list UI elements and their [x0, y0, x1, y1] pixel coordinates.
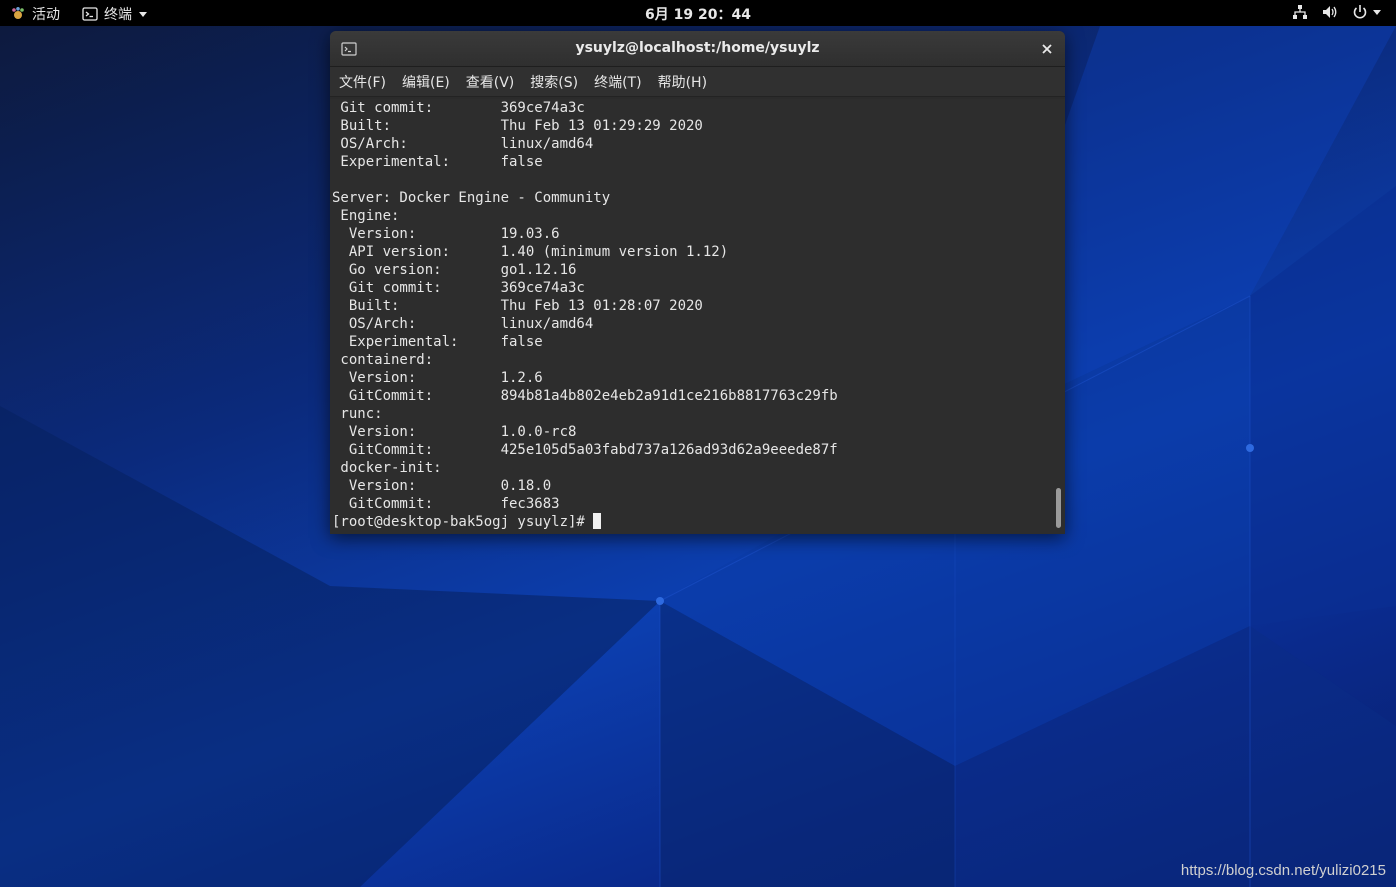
clock: 6月 19 20：44: [0, 4, 1396, 24]
window-titlebar[interactable]: ysuylz@localhost:/home/ysuylz: [330, 31, 1065, 67]
network-icon[interactable]: [1292, 4, 1308, 20]
terminal-icon: [82, 7, 98, 21]
watermark: https://blog.csdn.net/yulizi0215: [1180, 862, 1386, 879]
menu-view[interactable]: 查看(V): [466, 72, 515, 92]
menu-edit[interactable]: 编辑(E): [402, 72, 450, 92]
terminal-line: Version: 1.0.0-rc8: [332, 424, 577, 440]
power-icon: [1353, 5, 1367, 19]
shell-prompt: [root@desktop-bak5ogj ysuylz]#: [332, 514, 594, 530]
system-tray[interactable]: [1292, 4, 1382, 20]
terminal-window[interactable]: ysuylz@localhost:/home/ysuylz 文件(F) 编辑(E…: [330, 31, 1065, 534]
terminal-line: Experimental: false: [332, 334, 543, 350]
menu-search[interactable]: 搜索(S): [530, 72, 578, 92]
terminal-scrollbar[interactable]: [1052, 99, 1065, 534]
terminal-line: API version: 1.40 (minimum version 1.12): [332, 244, 729, 260]
window-menubar: 文件(F) 编辑(E) 查看(V) 搜索(S) 终端(T) 帮助(H): [330, 67, 1065, 97]
chevron-down-icon: [1373, 10, 1381, 15]
gnome-foot-icon: [12, 7, 24, 19]
terminal-line: runc:: [332, 406, 383, 422]
terminal-line: docker-init:: [332, 460, 442, 476]
terminal-line: containerd:: [332, 352, 434, 368]
terminal-line: Version: 19.03.6: [332, 226, 560, 242]
close-icon[interactable]: [1039, 41, 1055, 57]
chevron-down-icon: [139, 12, 147, 17]
top-bar: 活动 终端 6月 19 20：44: [0, 0, 1396, 26]
terminal-line: GitCommit: fec3683: [332, 496, 560, 512]
terminal-line: Built: Thu Feb 13 01:28:07 2020: [332, 298, 703, 314]
menu-terminal[interactable]: 终端(T): [594, 72, 641, 92]
menu-help[interactable]: 帮助(H): [658, 72, 707, 92]
volume-icon[interactable]: [1322, 4, 1338, 20]
terminal-line: Version: 1.2.6: [332, 370, 543, 386]
terminal-line: Built: Thu Feb 13 01:29:29 2020: [332, 118, 703, 134]
terminal-line: Git commit: 369ce74a3c: [332, 100, 585, 116]
terminal-line: GitCommit: 425e105d5a03fabd737a126ad93d6…: [332, 442, 838, 458]
terminal-line: OS/Arch: linux/amd64: [332, 136, 594, 152]
clock-text[interactable]: 6月 19 20：44: [645, 7, 751, 23]
terminal-line: Engine:: [332, 208, 400, 224]
terminal-line: Experimental: false: [332, 154, 543, 170]
app-menu-label: 终端: [104, 7, 132, 23]
terminal-line: Version: 0.18.0: [332, 478, 552, 494]
app-menu-terminal[interactable]: 终端: [82, 4, 148, 24]
terminal-line: OS/Arch: linux/amd64: [332, 316, 594, 332]
terminal-line: Git commit: 369ce74a3c: [332, 280, 585, 296]
terminal-prompt-line[interactable]: [root@desktop-bak5ogj ysuylz]#: [332, 513, 1052, 531]
window-title: ysuylz@localhost:/home/ysuylz: [575, 40, 820, 56]
text-cursor: [593, 513, 602, 529]
power-menu[interactable]: [1352, 4, 1382, 20]
terminal-line: Server: Docker Engine - Community: [332, 190, 611, 206]
activities-button[interactable]: 活动: [10, 4, 60, 24]
terminal-line: GitCommit: 894b81a4b802e4eb2a91d1ce216b8…: [332, 388, 838, 404]
activities-label: 活动: [32, 7, 60, 23]
scrollbar-thumb[interactable]: [1056, 488, 1061, 528]
menu-file[interactable]: 文件(F): [339, 72, 386, 92]
terminal-line: Go version: go1.12.16: [332, 262, 577, 278]
terminal-output[interactable]: Git commit: 369ce74a3c Built: Thu Feb 13…: [330, 99, 1052, 534]
